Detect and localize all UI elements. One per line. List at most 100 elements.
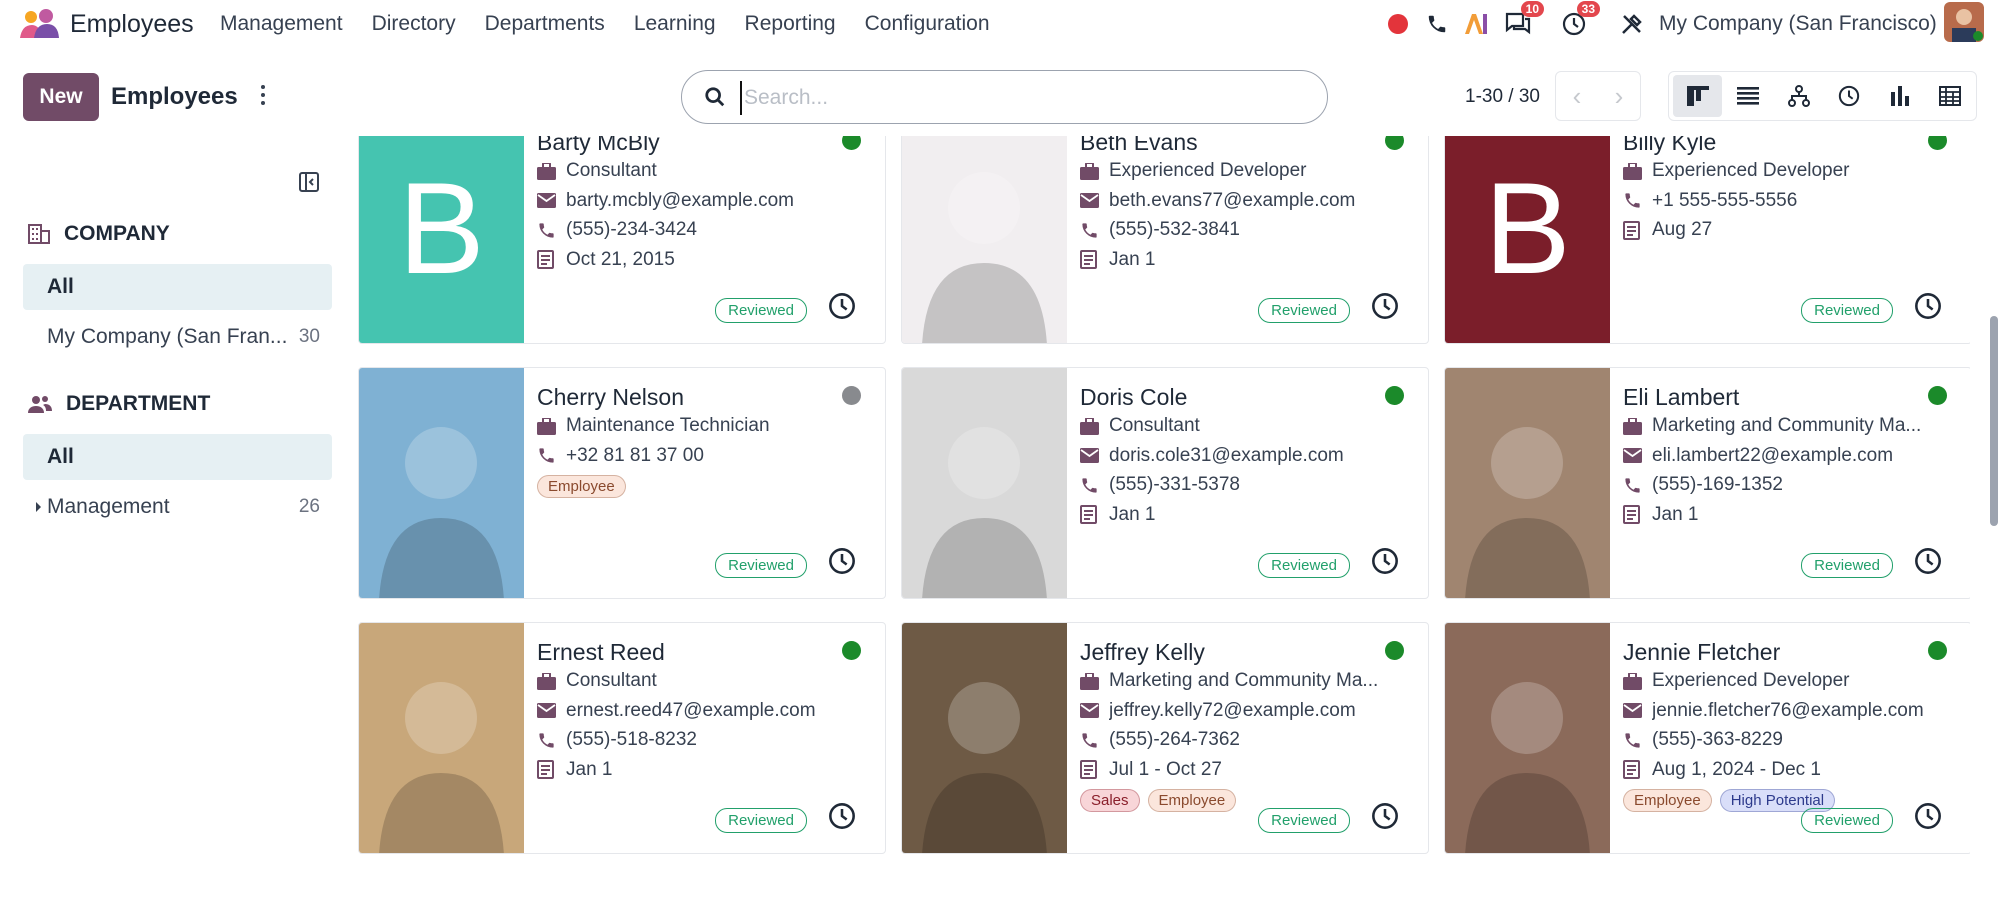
menu-learning[interactable]: Learning [634, 12, 716, 36]
employee-info-text[interactable]: eli.lambert22@example.com [1652, 445, 1893, 467]
employee-card[interactable]: Ernest Reed Consultant ernest.reed47@examp… [358, 622, 886, 854]
activity-view-icon[interactable] [1825, 75, 1874, 117]
menu-configuration[interactable]: Configuration [865, 12, 990, 36]
company-filter-my-company[interactable]: My Company (San Fran... 30 [23, 314, 332, 360]
reviewed-badge: Reviewed [1258, 553, 1350, 578]
employee-name[interactable]: Barty McBly [537, 136, 660, 156]
employee-info-text[interactable]: (555)-363-8229 [1652, 729, 1783, 751]
graph-view-icon[interactable] [1875, 75, 1924, 117]
activity-clock-icon[interactable] [1914, 547, 1942, 580]
employee-info-text[interactable]: doris.cole31@example.com [1109, 445, 1344, 467]
user-avatar[interactable] [1944, 2, 1984, 42]
employee-info-text: Oct 21, 2015 [566, 248, 675, 270]
employee-info-text[interactable]: +1 555-555-5556 [1652, 190, 1797, 212]
briefcase-icon [1080, 417, 1109, 435]
department-filter-all[interactable]: All [23, 434, 332, 480]
scrollbar[interactable] [1988, 136, 1999, 908]
employee-info-text[interactable]: (555)-331-5378 [1109, 474, 1240, 496]
employees-app-icon[interactable] [18, 8, 60, 40]
panel-toggle-icon[interactable] [299, 172, 319, 192]
activity-clock-icon[interactable] [1914, 802, 1942, 835]
envelope-icon [1080, 703, 1109, 718]
employee-info-text[interactable]: (555)-264-7362 [1109, 729, 1240, 751]
employee-photo[interactable] [359, 623, 524, 853]
employee-initial-avatar[interactable]: B [1445, 136, 1610, 343]
employee-name[interactable]: Billy Kyle [1623, 136, 1716, 156]
employee-card[interactable]: Doris Cole Consultant doris.cole31@example… [901, 367, 1429, 599]
employee-photo[interactable] [902, 136, 1067, 343]
menu-departments[interactable]: Departments [485, 12, 605, 36]
activity-clock-icon[interactable] [1371, 802, 1399, 835]
hierarchy-view-icon[interactable] [1774, 75, 1823, 117]
activity-clock-icon[interactable] [828, 547, 856, 580]
employee-info-text[interactable]: (555)-532-3841 [1109, 219, 1240, 241]
department-filter-management[interactable]: Management 26 [23, 484, 332, 530]
activities-icon[interactable]: 33 [1560, 1, 1600, 40]
tools-icon[interactable] [1618, 8, 1646, 40]
new-button[interactable]: New [23, 73, 99, 121]
search-input[interactable] [740, 81, 1300, 115]
activity-clock-icon[interactable] [1371, 547, 1399, 580]
tag-badge: Employee [537, 475, 626, 498]
employee-photo[interactable] [359, 368, 524, 598]
activity-clock-icon[interactable] [1371, 292, 1399, 325]
employee-info-text[interactable]: (555)-234-3424 [566, 219, 697, 241]
employee-photo[interactable] [902, 623, 1067, 853]
menu-reporting[interactable]: Reporting [745, 12, 836, 36]
employee-info-text: Maintenance Technician [566, 415, 770, 436]
employee-photo[interactable] [902, 368, 1067, 598]
employee-name[interactable]: Jeffrey Kelly [1080, 639, 1205, 666]
messages-icon[interactable]: 10 [1504, 1, 1544, 40]
activity-clock-icon[interactable] [1914, 292, 1942, 325]
menu-directory[interactable]: Directory [372, 12, 456, 36]
menu-management[interactable]: Management [220, 12, 343, 36]
list-view-icon[interactable] [1724, 75, 1773, 117]
employee-name[interactable]: Cherry Nelson [537, 384, 684, 411]
employee-info-text[interactable]: +32 81 81 37 00 [566, 445, 704, 467]
company-filter-all[interactable]: All [23, 264, 332, 310]
employee-card[interactable]: Eli Lambert Marketing and Community Ma...… [1444, 367, 1970, 599]
employee-info-text[interactable]: (555)-169-1352 [1652, 474, 1783, 496]
status-online-icon [1928, 641, 1947, 660]
employee-card[interactable]: Jennie Fletcher Experienced Developer jenn… [1444, 622, 1970, 854]
ai-icon[interactable] [1462, 8, 1490, 40]
employee-card[interactable]: B Barty McBly Consultant barty.mcbly@exampl… [358, 136, 886, 344]
employee-card[interactable]: Beth Evans Experienced Developer beth.evan… [901, 136, 1429, 344]
search-bar[interactable] [681, 70, 1328, 124]
status-online-icon [842, 641, 861, 660]
employee-photo[interactable] [1445, 368, 1610, 598]
activity-clock-icon[interactable] [828, 292, 856, 325]
phone-icon [537, 731, 566, 750]
caret-right-icon[interactable] [36, 502, 41, 512]
employee-info-text[interactable]: (555)-518-8232 [566, 729, 697, 751]
previous-page-icon[interactable]: ‹ [1556, 72, 1598, 120]
phone-icon[interactable] [1424, 8, 1450, 40]
employee-card[interactable]: Jeffrey Kelly Marketing and Community Ma.… [901, 622, 1429, 854]
employee-name[interactable]: Ernest Reed [537, 639, 665, 666]
employee-info-text[interactable]: ernest.reed47@example.com [566, 700, 816, 722]
employee-name[interactable]: Doris Cole [1080, 384, 1187, 411]
employee-initial-avatar[interactable]: B [359, 136, 524, 343]
employee-info-row: jeffrey.kelly72@example.com [1080, 698, 1356, 724]
app-name[interactable]: Employees [70, 10, 194, 39]
employee-info-text: Jul 1 - Oct 27 [1109, 758, 1222, 780]
next-page-icon[interactable]: › [1598, 72, 1640, 120]
employee-info-text[interactable]: jennie.fletcher76@example.com [1652, 700, 1924, 722]
pivot-view-icon[interactable] [1926, 75, 1975, 117]
kanban-view-icon[interactable] [1673, 75, 1722, 117]
activity-clock-icon[interactable] [828, 802, 856, 835]
employee-info-row: doris.cole31@example.com [1080, 443, 1344, 469]
employee-card[interactable]: Cherry Nelson Maintenance Technician +32 8… [358, 367, 886, 599]
employee-card[interactable]: B Billy Kyle Experienced Developer +1 555-5… [1444, 136, 1970, 344]
more-actions-icon[interactable] [254, 80, 272, 110]
employee-info-text[interactable]: jeffrey.kelly72@example.com [1109, 700, 1356, 722]
company-switcher[interactable]: My Company (San Francisco) [1659, 12, 1937, 36]
employee-info-text[interactable]: barty.mcbly@example.com [566, 190, 794, 212]
employee-photo[interactable] [1445, 623, 1610, 853]
pager-value[interactable]: 1-30 / 30 [1465, 86, 1540, 108]
employee-name[interactable]: Eli Lambert [1623, 384, 1739, 411]
employee-name[interactable]: Beth Evans [1080, 136, 1198, 156]
employee-name[interactable]: Jennie Fletcher [1623, 639, 1780, 666]
record-icon[interactable] [1386, 8, 1410, 40]
employee-info-text[interactable]: beth.evans77@example.com [1109, 190, 1355, 212]
